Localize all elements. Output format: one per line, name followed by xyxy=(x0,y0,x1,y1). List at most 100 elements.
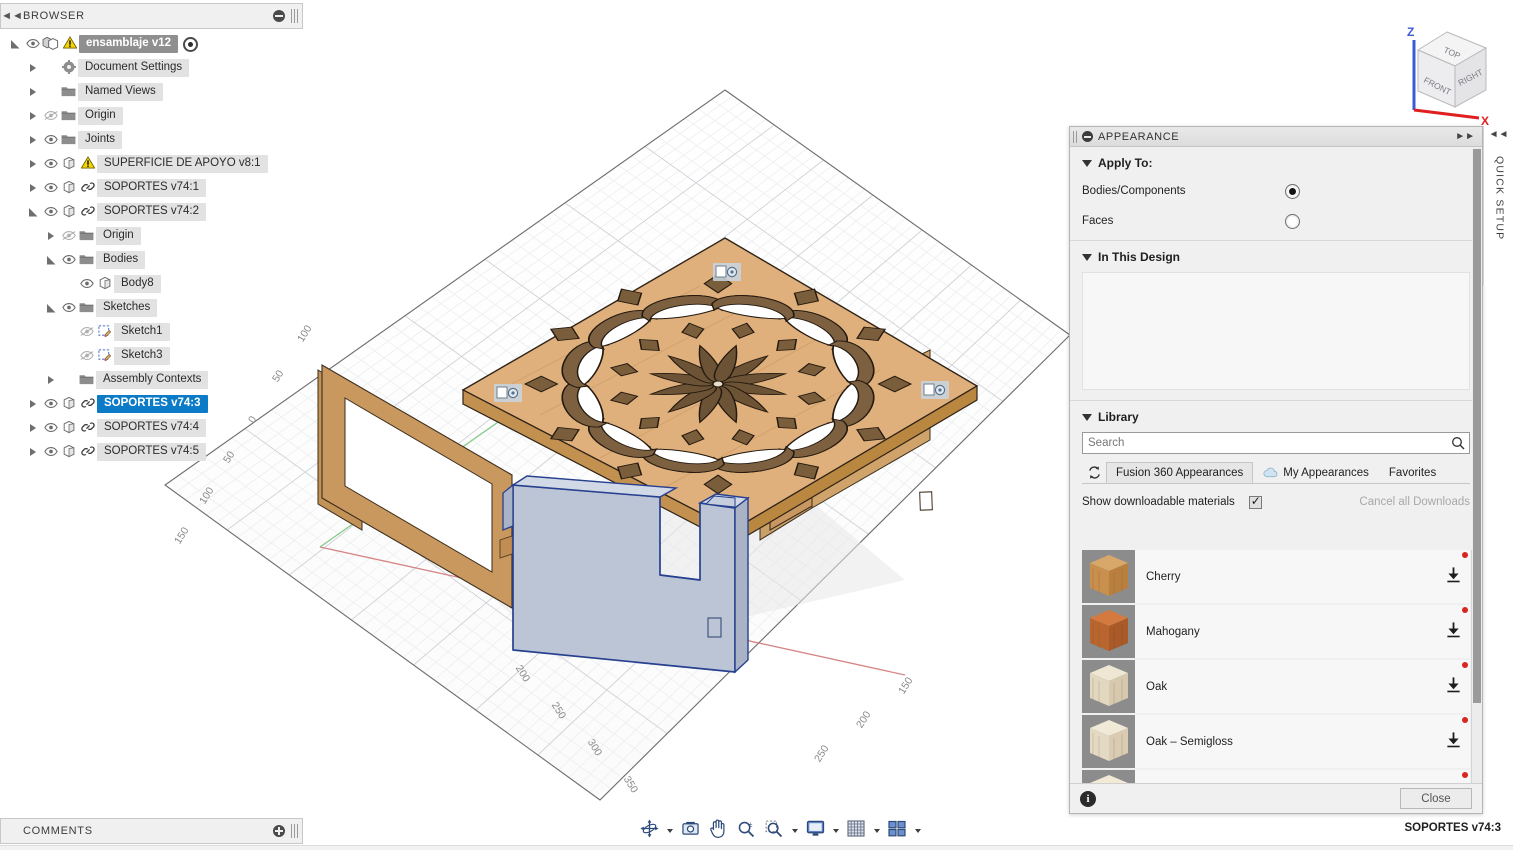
tree-item-label[interactable]: Origin xyxy=(78,107,123,125)
chevron-right-icon[interactable] xyxy=(24,64,42,72)
visibility-on-icon[interactable] xyxy=(42,134,59,146)
visibility-on-icon[interactable] xyxy=(42,206,59,218)
quick-setup-tab[interactable]: QUICK SETUP xyxy=(1492,156,1506,240)
chevron-down-icon[interactable] xyxy=(42,303,60,313)
appearance-dialog[interactable]: APPEARANCE ►► Apply To: Bodies/Component… xyxy=(1069,126,1483,814)
tree-item-sketches[interactable]: Sketches xyxy=(0,296,303,320)
joint-marker[interactable] xyxy=(494,384,522,402)
download-icon[interactable] xyxy=(1436,731,1470,753)
tab-fusion-360-appearances[interactable]: Fusion 360 Appearances xyxy=(1106,462,1254,483)
tree-item-label[interactable]: SOPORTES v74:1 xyxy=(97,179,207,197)
search-icon[interactable] xyxy=(1451,436,1465,450)
tree-item-label[interactable]: SOPORTES v74:3 xyxy=(97,395,208,413)
in-this-design-list[interactable] xyxy=(1082,272,1470,390)
tree-item-soportes-2[interactable]: SOPORTES v74:2 xyxy=(0,200,303,224)
tree-item-label[interactable]: Body8 xyxy=(114,275,161,293)
grid-snaps-dropdown[interactable] xyxy=(871,818,882,844)
visibility-on-icon[interactable] xyxy=(42,398,59,410)
orbit-tool-dropdown[interactable] xyxy=(664,818,675,844)
collapse-left-icon[interactable]: ◄◄ xyxy=(1,10,23,22)
collapse-right-icon[interactable]: ◄◄ xyxy=(1484,126,1513,140)
tree-item-label[interactable]: Bodies xyxy=(96,251,146,269)
dialog-scrollbar[interactable] xyxy=(1472,147,1482,783)
visibility-on-icon[interactable] xyxy=(42,158,59,170)
chevron-right-icon[interactable] xyxy=(24,136,42,144)
tree-item-soportes-1[interactable]: SOPORTES v74:1 xyxy=(0,176,303,200)
library-tabs[interactable]: Fusion 360 Appearances My Appearances Fa… xyxy=(1082,462,1470,484)
tree-item-origin-2[interactable]: Origin xyxy=(0,224,303,248)
navigation-bar[interactable]: ± xyxy=(636,817,923,845)
close-button[interactable]: Close xyxy=(1400,788,1472,809)
chevron-down-icon[interactable] xyxy=(1082,159,1092,167)
tree-item-superficie-de-apoyo[interactable]: SUPERFICIE DE APOYO v8:1 xyxy=(0,152,303,176)
visibility-on-icon[interactable] xyxy=(24,38,41,50)
tree-item-label[interactable]: SOPORTES v74:2 xyxy=(97,203,207,221)
radio-faces[interactable] xyxy=(1285,213,1300,229)
expand-right-icon[interactable]: ►► xyxy=(1455,131,1479,142)
orbit-tool[interactable] xyxy=(636,818,662,844)
visibility-off-icon[interactable] xyxy=(60,230,77,242)
tree-item-label[interactable]: Sketch3 xyxy=(114,347,170,365)
visibility-on-icon[interactable] xyxy=(78,278,95,290)
tree-item-soportes-3[interactable]: SOPORTES v74:3 xyxy=(0,392,303,416)
panel-resize-grip[interactable] xyxy=(291,9,298,23)
tree-item-sketch3[interactable]: Sketch3 xyxy=(0,344,303,368)
material-list-item[interactable]: Pine xyxy=(1082,770,1470,783)
tree-item-label[interactable]: Joints xyxy=(78,131,123,149)
chevron-right-icon[interactable] xyxy=(24,448,42,456)
visibility-on-icon[interactable] xyxy=(42,446,59,458)
comments-resize-grip[interactable] xyxy=(291,824,298,838)
chevron-right-icon[interactable] xyxy=(24,112,42,120)
tree-item-root[interactable]: ensamblaje v12 xyxy=(0,32,303,56)
apply-to-option-bodies[interactable]: Bodies/Components xyxy=(1070,176,1482,206)
visibility-on-icon[interactable] xyxy=(42,422,59,434)
visibility-off-icon[interactable] xyxy=(78,326,95,338)
show-downloadable-row[interactable]: Show downloadable materials Cancel all D… xyxy=(1082,492,1470,512)
material-list-item[interactable]: Oak – Semigloss xyxy=(1082,715,1470,768)
download-icon[interactable] xyxy=(1436,566,1470,588)
material-list-item[interactable]: Oak xyxy=(1082,660,1470,713)
tree-item-sketch1[interactable]: Sketch1 xyxy=(0,320,303,344)
chevron-right-icon[interactable] xyxy=(24,400,42,408)
tab-favorites[interactable]: Favorites xyxy=(1379,462,1446,483)
tree-item-named-views[interactable]: Named Views xyxy=(0,80,303,104)
viewports-dropdown[interactable] xyxy=(912,818,923,844)
viewports[interactable] xyxy=(884,818,910,844)
tree-item-origin[interactable]: Origin xyxy=(0,104,303,128)
chevron-right-icon[interactable] xyxy=(24,424,42,432)
display-settings-dropdown[interactable] xyxy=(830,818,841,844)
info-icon[interactable]: i xyxy=(1080,790,1096,807)
zoom-window-tool-dropdown[interactable] xyxy=(789,818,800,844)
look-at-tool[interactable] xyxy=(677,818,703,844)
download-icon[interactable] xyxy=(1436,621,1470,643)
tree-item-assembly-contexts[interactable]: Assembly Contexts xyxy=(0,368,303,392)
chevron-right-icon[interactable] xyxy=(42,376,60,384)
pan-tool[interactable] xyxy=(705,818,731,844)
tree-item-label[interactable]: Origin xyxy=(96,227,141,245)
tree-item-label[interactable]: Assembly Contexts xyxy=(96,371,209,389)
tree-item-document-settings[interactable]: Document Settings xyxy=(0,56,303,80)
apply-to-option-faces[interactable]: Faces xyxy=(1070,206,1482,236)
activate-component-radio[interactable] xyxy=(183,36,199,52)
browser-tree[interactable]: ensamblaje v12 Document Settings Named V… xyxy=(0,32,303,812)
minimize-icon[interactable] xyxy=(273,10,285,22)
chevron-right-icon[interactable] xyxy=(24,88,42,96)
tree-item-soportes-4[interactable]: SOPORTES v74:4 xyxy=(0,416,303,440)
dialog-scrollbar-thumb[interactable] xyxy=(1473,149,1481,703)
tree-item-bodies[interactable]: Bodies xyxy=(0,248,303,272)
material-list[interactable]: Cherry Mahogany Oak Oak – Semigloss xyxy=(1082,550,1470,783)
chevron-right-icon[interactable] xyxy=(24,160,42,168)
chevron-right-icon[interactable] xyxy=(24,184,42,192)
visibility-on-icon[interactable] xyxy=(60,302,77,314)
view-cube[interactable]: Z X TOP FRONT RIGHT xyxy=(1385,18,1505,128)
visibility-on-icon[interactable] xyxy=(42,182,59,194)
chevron-down-icon[interactable] xyxy=(6,39,24,49)
chevron-right-icon[interactable] xyxy=(42,232,60,240)
library-section-header[interactable]: Library xyxy=(1070,401,1482,430)
appearance-dialog-header[interactable]: APPEARANCE ►► xyxy=(1070,127,1482,147)
apply-to-section-header[interactable]: Apply To: xyxy=(1070,147,1482,176)
refresh-icon[interactable] xyxy=(1082,462,1106,483)
show-downloadable-checkbox[interactable] xyxy=(1248,494,1262,509)
tree-item-label[interactable]: Named Views xyxy=(78,83,163,101)
material-list-item[interactable]: Mahogany xyxy=(1082,605,1470,658)
